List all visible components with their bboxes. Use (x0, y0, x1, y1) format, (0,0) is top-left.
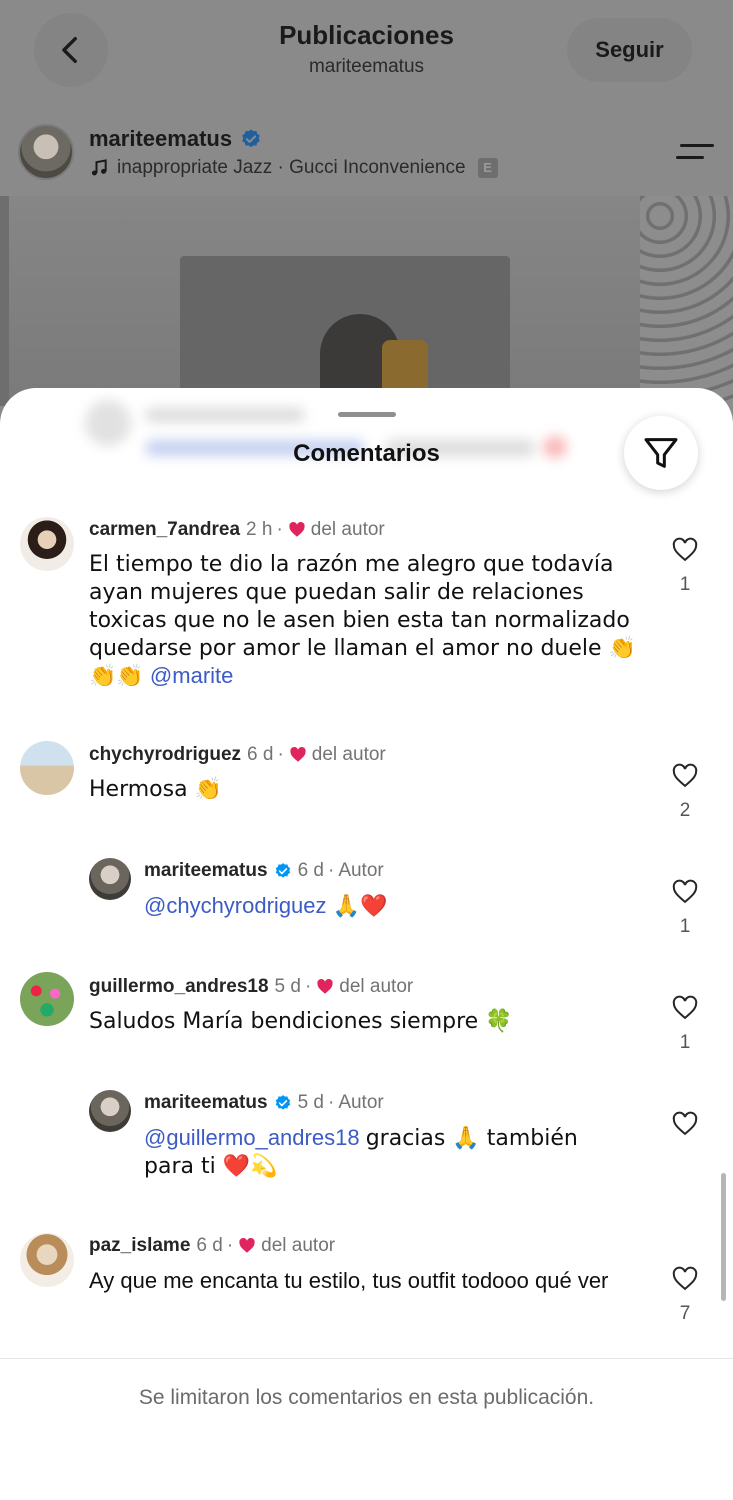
comment-body-line1: gracias 🙏 también (365, 1126, 578, 1151)
explicit-badge: E (477, 158, 498, 178)
like-button[interactable]: 1 (665, 994, 705, 1054)
comment-item: carmen_7andrea 2 h · del autor El tiempo… (0, 514, 733, 704)
comment-meta: mariteematus 5 d · Autor (144, 1092, 384, 1114)
author-like-label: del autor (310, 519, 385, 540)
verified-badge-icon (275, 863, 290, 878)
author-role-label: Autor (338, 860, 384, 881)
post-header: mariteematus inappropriate Jazz · Gucci … (0, 110, 733, 196)
menu-lines-icon[interactable] (676, 140, 714, 164)
comment-body: 🙏❤️ (332, 894, 388, 919)
comment-time: 6 d (247, 744, 274, 765)
top-bar: Publicaciones mariteematus Seguir (0, 0, 733, 110)
like-count: 7 (679, 1303, 691, 1324)
heart-outline-icon (672, 995, 698, 1020)
heart-outline-icon (672, 763, 698, 788)
heart-outline-icon (672, 1266, 698, 1291)
avatar[interactable] (89, 1090, 131, 1132)
comment-username[interactable]: chychyrodriguez (89, 744, 241, 766)
comment-item: paz_islame 6 d · del autor Ay que me enc… (0, 1231, 733, 1341)
comment-mention[interactable]: @chychyrodriguez (144, 893, 327, 918)
verified-badge-icon (242, 129, 260, 148)
like-count: 1 (679, 574, 691, 595)
comment-time: 6 d (196, 1235, 223, 1256)
like-count: 2 (679, 800, 691, 821)
comment-mention[interactable]: @guillermo_andres18 (144, 1125, 360, 1150)
comment-text: Hermosa 👏 (89, 777, 222, 802)
comment-meta: chychyrodriguez 6 d · del autor (89, 744, 386, 766)
comment-username[interactable]: mariteematus (144, 860, 268, 882)
heart-filled-icon (317, 978, 333, 994)
verified-badge-icon (275, 1095, 290, 1110)
comment-text: @chychyrodriguez 🙏❤️ (144, 892, 644, 920)
comment-meta: guillermo_andres18 5 d · del autor (89, 976, 414, 998)
like-button[interactable] (665, 1110, 705, 1138)
heart-filled-icon (290, 746, 306, 762)
comment-username[interactable]: mariteematus (144, 1092, 268, 1114)
comment-item: chychyrodriguez 6 d · del autor Hermosa … (0, 740, 733, 840)
avatar[interactable] (18, 124, 74, 180)
music-label: inappropriate Jazz · Gucci Inconvenience (117, 157, 466, 178)
like-button[interactable]: 7 (665, 1265, 705, 1325)
like-count: 1 (679, 916, 691, 937)
comment-body-line2: para ti ❤️💫 (144, 1154, 278, 1179)
avatar[interactable] (89, 858, 131, 900)
scrollbar[interactable] (721, 1173, 726, 1301)
comment-username[interactable]: carmen_7andrea (89, 519, 240, 541)
comment-meta: carmen_7andrea 2 h · del autor (89, 519, 385, 541)
filter-icon (644, 438, 678, 468)
comment-time: 2 h (246, 519, 273, 540)
reply-item: mariteematus 6 d · Autor @chychyrodrigue… (0, 856, 733, 946)
post-photo (0, 196, 733, 406)
author-role-label: Autor (338, 1092, 384, 1113)
comment-time: 5 d (274, 976, 301, 997)
comment-text: Saludos María bendiciones siempre 🍀 (89, 1009, 513, 1034)
comment-text: Ay que me encanta tu estilo, tus outfit … (89, 1268, 609, 1293)
like-button[interactable]: 1 (665, 536, 705, 596)
filter-button[interactable] (624, 416, 698, 490)
comment-meta: paz_islame 6 d · del autor (89, 1235, 336, 1257)
post-username-row[interactable]: mariteematus (89, 126, 262, 152)
comment-username[interactable]: guillermo_andres18 (89, 976, 269, 998)
avatar[interactable] (20, 741, 74, 795)
divider (0, 1358, 733, 1359)
author-like-label: del autor (311, 744, 386, 765)
reply-item: mariteematus 5 d · Autor @guillermo_andr… (0, 1088, 733, 1198)
like-button[interactable]: 2 (665, 762, 705, 822)
avatar[interactable] (20, 972, 74, 1026)
follow-button[interactable]: Seguir (567, 18, 692, 82)
comment-time: 5 d (297, 1092, 324, 1113)
like-count: 1 (679, 1032, 691, 1053)
avatar[interactable] (20, 1233, 74, 1287)
heart-filled-icon (289, 521, 305, 537)
comments-limited-note: Se limitaron los comentarios en esta pub… (138, 1386, 595, 1409)
comment-item: guillermo_andres18 5 d · del autor Salud… (0, 972, 733, 1072)
comments-sheet: Comentarios carmen_7andrea 2 h · del aut… (0, 388, 733, 1500)
heart-outline-icon (672, 1111, 698, 1136)
comment-text: @guillermo_andres18 gracias 🙏 también pa… (144, 1124, 644, 1180)
like-button[interactable]: 1 (665, 878, 705, 938)
post-music[interactable]: inappropriate Jazz · Gucci Inconvenience… (89, 157, 498, 179)
author-like-label: del autor (261, 1235, 336, 1256)
comment-mention[interactable]: @marite (150, 663, 233, 688)
comment-text: El tiempo te dio la razón me alegro que … (89, 550, 639, 690)
avatar[interactable] (20, 517, 74, 571)
comment-time: 6 d (297, 860, 324, 881)
author-like-label: del autor (339, 976, 414, 997)
music-note-icon (91, 159, 107, 176)
comment-meta: mariteematus 6 d · Autor (144, 860, 384, 882)
post-username[interactable]: mariteematus (89, 126, 232, 152)
heart-filled-icon (239, 1237, 255, 1253)
comment-username[interactable]: paz_islame (89, 1235, 190, 1257)
heart-outline-icon (672, 879, 698, 904)
heart-outline-icon (672, 537, 698, 562)
sheet-grabber[interactable] (338, 412, 396, 417)
